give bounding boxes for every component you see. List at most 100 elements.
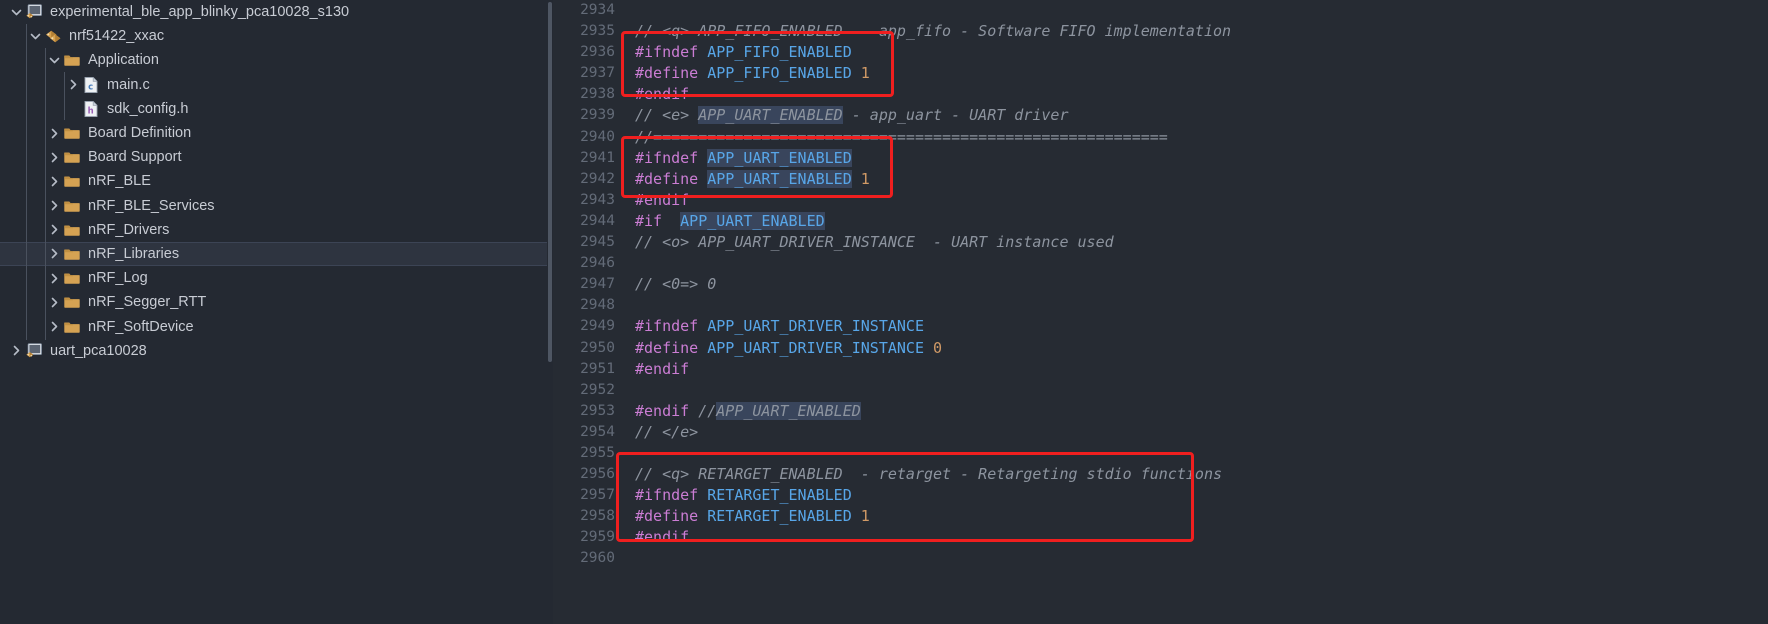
tree-item-sdk-config-h[interactable]: h sdk_config.h — [0, 97, 553, 121]
tree-item-label: Board Support — [88, 149, 182, 166]
tree-item-label: nRF_Libraries — [88, 245, 180, 262]
tree-item-nrf-segger-rtt[interactable]: nRF_Segger_RTT — [0, 290, 553, 314]
line-number: 2955 — [580, 444, 615, 461]
chevron-right-icon[interactable] — [46, 318, 63, 335]
code-token: #define — [635, 338, 708, 357]
code-token: #define — [635, 64, 708, 83]
chevron-right-icon[interactable] — [46, 197, 63, 214]
tree-item-nrf-drivers[interactable]: nRF_Drivers — [0, 218, 553, 242]
project-explorer-panel[interactable]: experimental_ble_app_blinky_pca10028_s13… — [0, 0, 553, 624]
code-text: //======================================… — [635, 127, 1168, 148]
code-token: RETARGET_ENABLED — [707, 486, 852, 505]
code-token: 1 — [860, 169, 870, 188]
tree-item-board-definition[interactable]: Board Definition — [0, 121, 553, 145]
tree-item-nrf-ble-services[interactable]: nRF_BLE_Services — [0, 194, 553, 218]
tree-item-uart-pca10028[interactable]: uart_pca10028 — [0, 339, 553, 363]
folder-icon — [63, 318, 81, 336]
chevron-right-icon[interactable] — [46, 173, 63, 190]
line-number: 2935 — [580, 23, 615, 40]
line-number: 2946 — [580, 255, 615, 272]
code-token: // <q> RETARGET_ENABLED - retarget - Ret… — [635, 465, 1222, 484]
code-token: // </e> — [635, 422, 699, 441]
tree-item-nrf51422-xxac[interactable]: nrf51422_xxac — [0, 24, 553, 48]
line-number: 2951 — [580, 360, 615, 377]
project-icon — [25, 3, 43, 21]
line-number: 2952 — [580, 381, 615, 398]
line-number: 2944 — [580, 212, 615, 229]
tree-item-label: Application — [88, 52, 159, 69]
folder-icon — [63, 51, 81, 69]
tree-guide-line — [26, 24, 27, 340]
code-token: 1 — [860, 507, 870, 526]
tree-item-nrf-libraries[interactable]: nRF_Libraries — [0, 241, 553, 267]
code-text: #endif — [635, 359, 689, 380]
line-number: 2948 — [580, 297, 615, 314]
code-text: // <0=> 0 — [635, 274, 716, 295]
code-token: #if — [635, 211, 681, 230]
code-token: APP_UART_DRIVER_INSTANCE — [707, 338, 924, 357]
code-token: APP_UART_ENABLED — [680, 211, 825, 230]
tree-item-nrf-log[interactable]: nRF_Log — [0, 266, 553, 290]
tree-item-label: nrf51422_xxac — [69, 28, 165, 45]
tree-item-application[interactable]: Application — [0, 48, 553, 72]
chevron-right-icon[interactable] — [46, 221, 63, 238]
code-token: APP_UART_ENABLED — [707, 169, 852, 188]
folder-icon — [63, 124, 81, 142]
tree-item-experimental-ble-app-blinky-pca10028-s130[interactable]: experimental_ble_app_blinky_pca10028_s13… — [0, 0, 553, 24]
code-token: #ifndef — [635, 317, 708, 336]
folder-icon — [63, 221, 81, 239]
code-text: // <q> RETARGET_ENABLED - retarget - Ret… — [635, 464, 1222, 485]
code-token: APP_UART_ENABLED — [716, 401, 861, 420]
chevron-down-icon[interactable] — [8, 4, 25, 21]
sidebar-scrollbar-thumb[interactable] — [548, 2, 552, 362]
line-number: 2940 — [580, 128, 615, 145]
folder-icon — [63, 172, 81, 190]
line-number: 2957 — [580, 487, 615, 504]
code-token: #endif — [635, 85, 690, 104]
tree-item-nrf-ble[interactable]: nRF_BLE — [0, 169, 553, 193]
code-text: #endif — [635, 84, 689, 105]
code-text: #if APP_UART_ENABLED — [635, 211, 825, 232]
code-token: 1 — [860, 64, 870, 83]
folder-icon — [63, 269, 81, 287]
chevron-down-icon[interactable] — [27, 28, 44, 45]
code-token: #define — [635, 507, 708, 526]
code-text: #define APP_UART_ENABLED 1 — [635, 169, 870, 190]
code-text: #ifndef APP_UART_ENABLED — [635, 148, 852, 169]
code-text: #define APP_FIFO_ENABLED 1 — [635, 63, 870, 84]
code-token: RETARGET_ENABLED — [707, 507, 852, 526]
line-number: 2949 — [580, 318, 615, 335]
chevron-right-icon[interactable] — [46, 245, 63, 262]
code-token: #define — [635, 169, 708, 188]
chevron-right-icon[interactable] — [46, 294, 63, 311]
line-number: 2947 — [580, 276, 615, 293]
chevron-right-icon[interactable] — [46, 270, 63, 287]
line-number: 2936 — [580, 44, 615, 61]
code-token: #ifndef — [635, 486, 708, 505]
chevron-right-icon[interactable] — [8, 342, 25, 359]
code-token: #endif — [635, 528, 690, 547]
code-token: 0 — [933, 338, 943, 357]
code-editor-pane[interactable]: 2934 2935 // <q> APP_FIFO_ENABLED - app_fi… — [553, 0, 1768, 624]
tree-item-board-support[interactable]: Board Support — [0, 145, 553, 169]
chevron-right-icon[interactable] — [65, 76, 82, 93]
code-text: // <q> APP_FIFO_ENABLED - app_fifo - Sof… — [635, 21, 1231, 42]
chevron-right-icon[interactable] — [46, 125, 63, 142]
tree-item-main-c[interactable]: c main.c — [0, 73, 553, 97]
folder-icon — [63, 148, 81, 166]
code-token: // <0=> 0 — [635, 275, 717, 294]
line-number: 2937 — [580, 65, 615, 82]
code-token: // <e> — [635, 106, 699, 125]
svg-text:c: c — [88, 82, 93, 92]
project-tree[interactable]: experimental_ble_app_blinky_pca10028_s13… — [0, 0, 553, 363]
code-token: //======================================… — [635, 127, 1168, 146]
tree-item-nrf-softdevice[interactable]: nRF_SoftDevice — [0, 314, 553, 338]
code-token: APP_UART_DRIVER_INSTANCE — [707, 317, 924, 336]
chevron-down-icon[interactable] — [46, 52, 63, 69]
chevron-right-icon[interactable] — [46, 149, 63, 166]
code-token: APP_UART_ENABLED — [698, 106, 843, 125]
line-number: 2939 — [580, 107, 615, 124]
h-file-icon: h — [82, 100, 100, 118]
